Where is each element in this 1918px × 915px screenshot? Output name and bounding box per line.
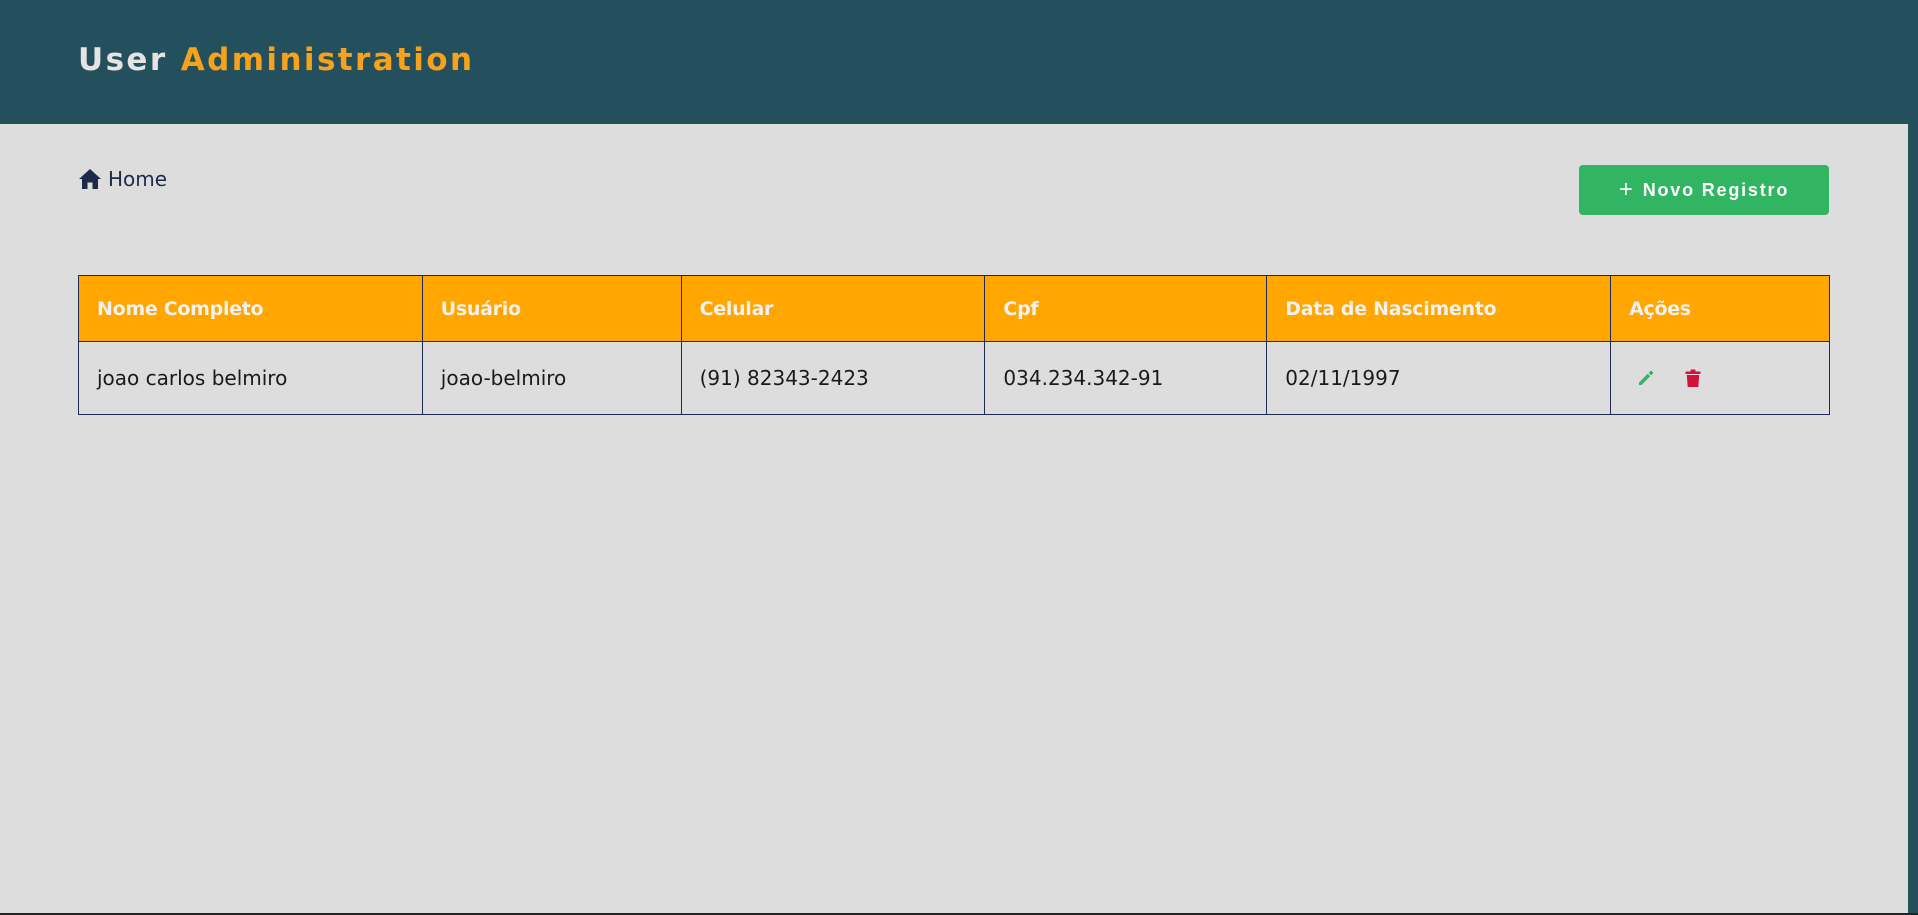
row-actions xyxy=(1629,369,1829,388)
trash-icon[interactable] xyxy=(1685,369,1701,388)
app-title-user: User xyxy=(78,42,168,78)
plus-icon: + xyxy=(1618,176,1635,203)
cell-nascimento: 02/11/1997 xyxy=(1266,341,1612,415)
app-title-administration: Administration xyxy=(180,42,475,78)
main-content: Home + Novo Registro Nome Completo Usuár… xyxy=(0,124,1908,915)
column-header-data-nascimento[interactable]: Data de Nascimento xyxy=(1266,275,1612,342)
column-header-nome-completo[interactable]: Nome Completo xyxy=(78,275,423,342)
app-title: User Administration xyxy=(78,42,474,78)
column-header-usuario[interactable]: Usuário xyxy=(421,275,682,342)
column-header-cpf[interactable]: Cpf xyxy=(984,275,1268,342)
breadcrumb-home-label[interactable]: Home xyxy=(108,167,167,191)
cell-celular: (91) 82343-2423 xyxy=(680,341,986,415)
column-header-acoes: Ações xyxy=(1610,275,1830,342)
new-record-label: Novo Registro xyxy=(1642,179,1790,200)
cell-cpf: 034.234.342-91 xyxy=(984,341,1268,415)
column-header-celular[interactable]: Celular xyxy=(680,275,986,342)
pencil-icon[interactable] xyxy=(1637,369,1655,387)
users-table: Nome Completo Usuário Celular Cpf Data d… xyxy=(78,275,1830,415)
top-header: User Administration xyxy=(0,0,1918,124)
cell-nome: joao carlos belmiro xyxy=(78,341,423,415)
cell-actions xyxy=(1610,341,1830,415)
table-row: joao carlos belmiro joao-belmiro (91) 82… xyxy=(78,341,1830,415)
table-header-row: Nome Completo Usuário Celular Cpf Data d… xyxy=(78,275,1830,342)
home-icon xyxy=(78,168,102,190)
cell-usuario: joao-belmiro xyxy=(421,341,682,415)
breadcrumb[interactable]: Home xyxy=(78,167,167,191)
new-record-button[interactable]: + Novo Registro xyxy=(1579,165,1829,215)
